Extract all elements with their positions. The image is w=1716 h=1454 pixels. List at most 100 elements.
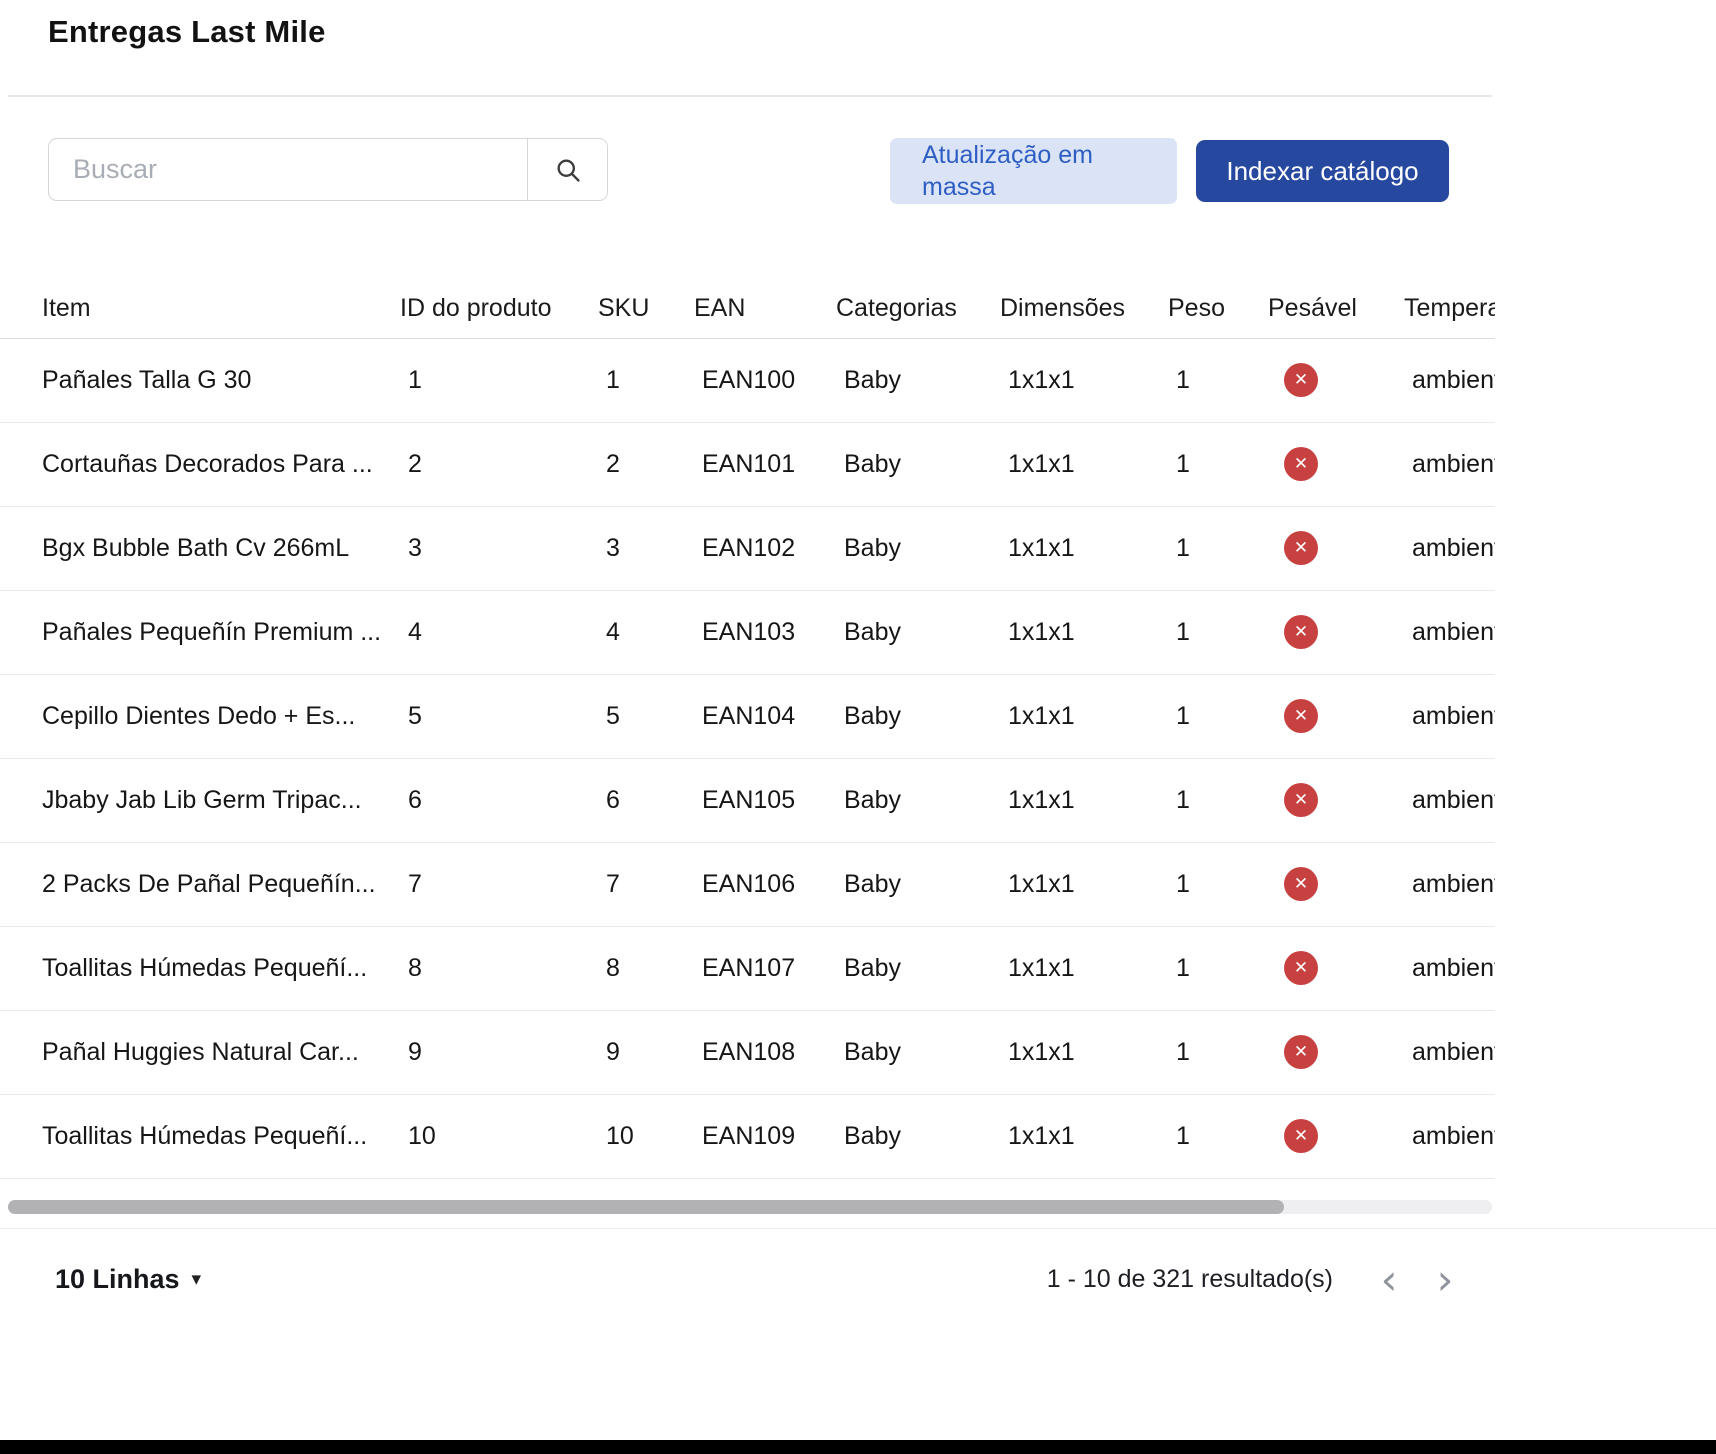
cell-product-id: 10 — [408, 1122, 436, 1150]
page-title: Entregas Last Mile — [0, 0, 1716, 50]
cell-sku: 4 — [606, 618, 620, 646]
not-weighable-icon: ✕ — [1284, 1119, 1318, 1153]
cell-weight: 1 — [1176, 702, 1190, 730]
cell-product-id: 5 — [408, 702, 422, 730]
cell-ean: EAN106 — [702, 870, 795, 898]
cell-dimensions: 1x1x1 — [1008, 534, 1075, 562]
horizontal-scrollbar[interactable] — [8, 1200, 1492, 1214]
cell-temperature: ambiente — [1412, 534, 1495, 562]
cell-categories: Baby — [844, 366, 901, 394]
cell-temperature: ambiente — [1412, 366, 1495, 394]
table-row[interactable]: Toallitas Húmedas Pequeñí... 8 8 EAN107 … — [0, 926, 1495, 1010]
not-weighable-icon: ✕ — [1284, 447, 1318, 481]
rows-per-page-select[interactable]: 10 Linhas ▾ — [55, 1264, 201, 1295]
not-weighable-icon: ✕ — [1284, 783, 1318, 817]
cell-weight: 1 — [1176, 534, 1190, 562]
cell-item: Pañales Pequeñín Premium ... — [42, 618, 381, 646]
cell-ean: EAN109 — [702, 1122, 795, 1150]
cell-dimensions: 1x1x1 — [1008, 954, 1075, 982]
table-row[interactable]: Pañales Talla G 30 1 1 EAN100 Baby 1x1x1… — [0, 338, 1495, 422]
cell-weight: 1 — [1176, 618, 1190, 646]
cell-dimensions: 1x1x1 — [1008, 618, 1075, 646]
cell-product-id: 2 — [408, 450, 422, 478]
cell-categories: Baby — [844, 870, 901, 898]
cell-ean: EAN102 — [702, 534, 795, 562]
cell-ean: EAN107 — [702, 954, 795, 982]
previous-page-button[interactable]: ‹ — [1365, 1256, 1413, 1304]
not-weighable-icon: ✕ — [1284, 363, 1318, 397]
cell-weight: 1 — [1176, 1122, 1190, 1150]
cell-ean: EAN100 — [702, 366, 795, 394]
not-weighable-icon: ✕ — [1284, 951, 1318, 985]
search-group — [48, 138, 608, 201]
column-header: SKU — [598, 280, 694, 338]
table-row[interactable]: Pañal Huggies Natural Car... 9 9 EAN108 … — [0, 1010, 1495, 1094]
bottom-black-bar — [0, 1440, 1716, 1454]
cell-sku: 10 — [606, 1122, 634, 1150]
column-header: Peso — [1168, 280, 1268, 338]
cell-dimensions: 1x1x1 — [1008, 1038, 1075, 1066]
table-row[interactable]: Jbaby Jab Lib Germ Tripac... 6 6 EAN105 … — [0, 758, 1495, 842]
cell-item: Jbaby Jab Lib Germ Tripac... — [42, 786, 362, 814]
column-header: Item — [0, 280, 400, 338]
cell-ean: EAN103 — [702, 618, 795, 646]
cell-categories: Baby — [844, 954, 901, 982]
search-button[interactable] — [527, 139, 607, 200]
cell-categories: Baby — [844, 702, 901, 730]
table-row[interactable]: Bgx Bubble Bath Cv 266mL 3 3 EAN102 Baby… — [0, 506, 1495, 590]
cell-product-id: 3 — [408, 534, 422, 562]
cell-product-id: 9 — [408, 1038, 422, 1066]
toolbar: Atualização em massa Indexar catálogo — [0, 138, 1495, 204]
cell-categories: Baby — [844, 786, 901, 814]
cell-sku: 9 — [606, 1038, 620, 1066]
cell-sku: 3 — [606, 534, 620, 562]
toolbar-actions: Atualização em massa Indexar catálogo — [890, 138, 1449, 204]
cell-weight: 1 — [1176, 786, 1190, 814]
cell-item: Cepillo Dientes Dedo + Es... — [42, 702, 355, 730]
table-row[interactable]: Cepillo Dientes Dedo + Es... 5 5 EAN104 … — [0, 674, 1495, 758]
bulk-update-button[interactable]: Atualização em massa — [890, 138, 1177, 204]
not-weighable-icon: ✕ — [1284, 531, 1318, 565]
scrollbar-thumb[interactable] — [8, 1200, 1284, 1214]
cell-item: Pañal Huggies Natural Car... — [42, 1038, 359, 1066]
caret-down-icon: ▾ — [192, 1268, 202, 1291]
cell-dimensions: 1x1x1 — [1008, 870, 1075, 898]
cell-ean: EAN105 — [702, 786, 795, 814]
table-row[interactable]: Toallitas Húmedas Pequeñí... 10 10 EAN10… — [0, 1094, 1495, 1178]
cell-weight: 1 — [1176, 450, 1190, 478]
not-weighable-icon: ✕ — [1284, 1035, 1318, 1069]
cell-categories: Baby — [844, 1038, 901, 1066]
cell-product-id: 7 — [408, 870, 422, 898]
table-viewport[interactable]: ItemID do produtoSKUEANCategoriasDimensõ… — [0, 280, 1495, 1179]
column-header: Dimensões — [1000, 280, 1168, 338]
not-weighable-icon: ✕ — [1284, 615, 1318, 649]
cell-temperature: ambiente — [1412, 1038, 1495, 1066]
cell-weight: 1 — [1176, 954, 1190, 982]
table-row[interactable]: Cortauñas Decorados Para ... 2 2 EAN101 … — [0, 422, 1495, 506]
cell-product-id: 1 — [408, 366, 422, 394]
cell-item: Bgx Bubble Bath Cv 266mL — [42, 534, 349, 562]
cell-temperature: ambiente — [1412, 786, 1495, 814]
index-catalog-button[interactable]: Indexar catálogo — [1196, 140, 1449, 202]
cell-product-id: 4 — [408, 618, 422, 646]
cell-temperature: ambiente — [1412, 870, 1495, 898]
pagination: 1 - 10 de 321 resultado(s) ‹ › — [1047, 1256, 1469, 1304]
column-header: ID do produto — [400, 280, 598, 338]
cell-ean: EAN108 — [702, 1038, 795, 1066]
next-page-button[interactable]: › — [1421, 1256, 1469, 1304]
table-header-row: ItemID do produtoSKUEANCategoriasDimensõ… — [0, 280, 1495, 338]
cell-item: Toallitas Húmedas Pequeñí... — [42, 954, 367, 982]
table-row[interactable]: 2 Packs De Pañal Pequeñín... 7 7 EAN106 … — [0, 842, 1495, 926]
not-weighable-icon: ✕ — [1284, 699, 1318, 733]
table-body: Pañales Talla G 30 1 1 EAN100 Baby 1x1x1… — [0, 338, 1495, 1178]
cell-dimensions: 1x1x1 — [1008, 366, 1075, 394]
cell-sku: 8 — [606, 954, 620, 982]
cell-item: Pañales Talla G 30 — [42, 366, 251, 394]
catalog-table: ItemID do produtoSKUEANCategoriasDimensõ… — [0, 280, 1495, 1179]
search-input[interactable] — [49, 139, 527, 200]
cell-weight: 1 — [1176, 870, 1190, 898]
not-weighable-icon: ✕ — [1284, 867, 1318, 901]
table-row[interactable]: Pañales Pequeñín Premium ... 4 4 EAN103 … — [0, 590, 1495, 674]
cell-product-id: 8 — [408, 954, 422, 982]
column-header: Categorias — [836, 280, 1000, 338]
